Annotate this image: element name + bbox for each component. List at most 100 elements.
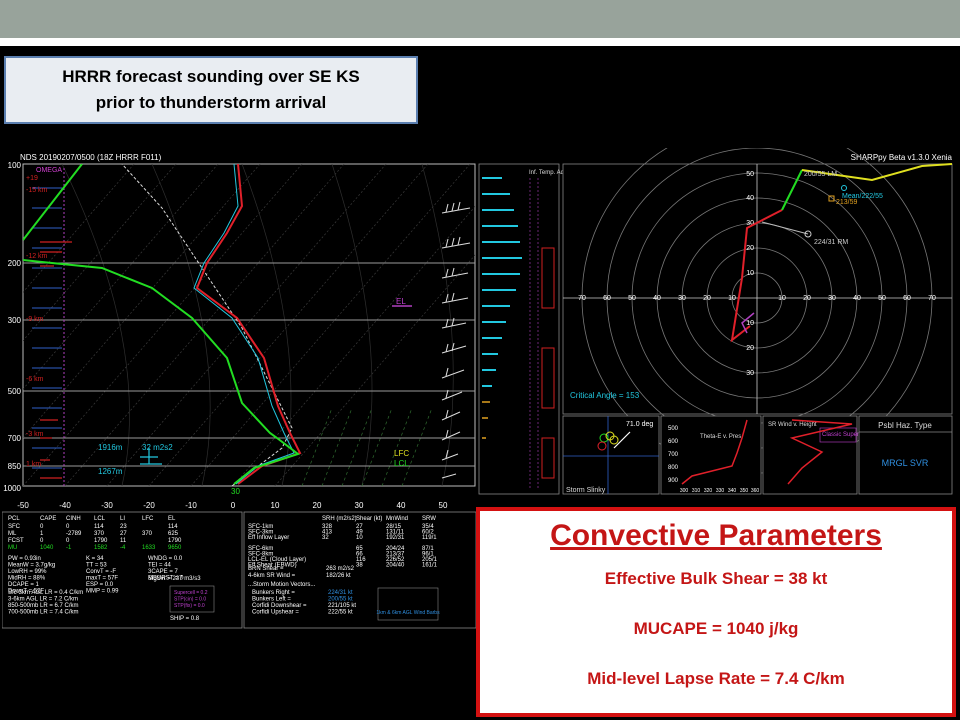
hodo-ring-label: 50 — [878, 295, 886, 302]
theta-p-tick: 500 — [668, 426, 679, 432]
theta-x-tick: 360 — [751, 488, 760, 494]
temp-label: 30 — [355, 501, 364, 510]
height-annotation: -9 km — [26, 316, 44, 323]
height-annotation: -6 km — [26, 376, 44, 383]
parcel-cell: 9650 — [168, 545, 182, 551]
parcel-cell: 625 — [168, 531, 179, 537]
misc-right-value: WNDG = 0.0 — [148, 556, 183, 562]
pressure-label: 1000 — [3, 484, 21, 493]
parcel-cell: 23 — [120, 524, 127, 530]
parcel-header-cell: CINH — [66, 516, 81, 522]
parcel-cell: FCST — [8, 538, 24, 544]
sr-wind-label: 4-6km SR Wind = — [248, 573, 296, 579]
theta-p-tick: 800 — [668, 465, 679, 471]
parcel-header-cell: PCL — [8, 516, 20, 522]
hodo-ring-label: 20 — [803, 295, 811, 302]
slinky-angle: 71.0 deg — [626, 421, 653, 428]
convective-parameters-box: Convective Parameters Effective Bulk She… — [476, 507, 956, 717]
parcel-cell: 1790 — [168, 538, 182, 544]
theta-x-tick: 330 — [716, 488, 725, 494]
parcel-cell: 1040 — [40, 545, 54, 551]
theta-x-tick: 340 — [728, 488, 737, 494]
convective-title: Convective Parameters — [550, 519, 882, 552]
storm-motion-value: 222/55 kt — [328, 610, 353, 616]
mid-level-lapse-rate: Mid-level Lapse Rate = 7.4 C/km — [587, 669, 845, 688]
parcel-cell: -4 — [120, 545, 126, 551]
slide-title-line-1: HRRR forecast sounding over SE KS — [62, 67, 360, 86]
ship-value: SHIP = 0.8 — [170, 616, 200, 622]
skew-t-panel: 100 200 300 500 700 850 1000 -50 -40 -30… — [3, 161, 476, 510]
misc-left-value: LowRH = 99% — [8, 569, 47, 575]
storm-slinky-panel: 71.0 deg Storm Slinky — [562, 415, 660, 495]
supercell-value: Supercell = 0.2 — [174, 590, 208, 596]
kin-cell: 119/1 — [422, 535, 437, 541]
omega-label: OMEGA — [36, 167, 62, 174]
misc-left-value: MeanW = 3.7g/kg — [8, 563, 55, 569]
kin-header-cell: Shear (kt) — [356, 516, 382, 522]
height-1916m: 1916m — [98, 443, 123, 452]
parcel-cell: 27 — [120, 531, 127, 537]
theta-e-panel: Theta-E v. Pres 500 600 700 800 900 300 … — [660, 415, 762, 495]
sr-wind-title: SR Wind v. Height — [768, 422, 817, 428]
parcel-cell: ML — [8, 531, 17, 537]
hodo-ring-label: 70 — [578, 295, 586, 302]
height-annotation: -15 km — [26, 187, 48, 194]
temp-label: -50 — [17, 501, 29, 510]
misc-mid-value: maxT = 57F — [86, 576, 118, 582]
pressure-label: 300 — [8, 316, 22, 325]
hodo-ring-label: 50 — [628, 295, 636, 302]
brn-shear-value: 263 m2/s2 — [326, 566, 355, 572]
temp-label: 40 — [397, 501, 406, 510]
lfc-label: LFC — [394, 449, 409, 458]
kin-cell: 10 — [356, 535, 363, 541]
parcel-header-cell: LFC — [142, 516, 154, 522]
parcel-header-cell: LCL — [94, 516, 106, 522]
supercell-value: STP(fix) = 0.0 — [174, 603, 205, 609]
parcel-cell: 1582 — [94, 545, 108, 551]
theta-p-tick: 900 — [668, 478, 679, 484]
el-label: EL — [396, 297, 406, 306]
lapse-rate-value: Sfc-3km AGL LR = 0.4 C/km — [8, 590, 83, 596]
hodo-rm-label: 224/31 RM — [814, 239, 848, 246]
height-annotation: +19 — [26, 175, 38, 182]
lcl-label: LCL — [394, 459, 409, 468]
effective-bulk-shear: Effective Bulk Shear = 38 kt — [604, 569, 828, 588]
parcel-cell: 1633 — [142, 545, 156, 551]
hazard-value: MRGL SVR — [882, 458, 929, 468]
storm-motion-title: ...Storm Motion Vectors... — [248, 582, 316, 588]
theta-x-tick: 320 — [704, 488, 713, 494]
parcel-cell: 11 — [120, 538, 127, 544]
misc-left-value: DCAPE = 1 — [8, 582, 40, 588]
theta-p-tick: 600 — [668, 439, 679, 445]
misc-right-value: TEI = 44 — [148, 563, 172, 569]
slide-title-box: HRRR forecast sounding over SE KS prior … — [4, 56, 418, 124]
misc-left-value: PW = 0.93in — [8, 556, 41, 562]
sr-wind-panel: SR Wind v. Height Classic Supercell — [762, 415, 868, 495]
slide-top-divider — [0, 38, 960, 46]
kin-cell: 161/1 — [422, 563, 438, 569]
pressure-label: 100 — [8, 161, 22, 170]
sr-wind-value: 182/26 kt — [326, 573, 351, 579]
hodo-y-label: 30 — [746, 370, 754, 377]
hodo-y-label: 40 — [746, 195, 754, 202]
slinky-label: Storm Slinky — [566, 487, 606, 494]
theta-x-tick: 350 — [740, 488, 749, 494]
kin-cell: Eff Inflow Layer — [248, 535, 289, 541]
misc-left-value: MidRH = 88% — [8, 576, 46, 582]
parcel-cell: 370 — [94, 531, 105, 537]
hodo-ring-label: 60 — [603, 295, 611, 302]
temp-label: 20 — [313, 501, 322, 510]
height-annotation: -3 km — [26, 431, 44, 438]
storm-motion-label: Corfidi Downshear = — [252, 603, 307, 609]
sig-svr: SigSvr = 237 m3/s3 — [148, 576, 201, 582]
storm-motion-value: 200/55 kt — [328, 597, 353, 603]
hodo-lm-label: 200/55 LM — [804, 171, 837, 178]
hazard-type-panel: Psbl Haz. Type MRGL SVR — [858, 415, 953, 495]
lapse-rate-value: 700-500mb LR = 7.4 C/km — [8, 610, 79, 616]
height-1267m: 1267m — [98, 467, 123, 476]
mucape: MUCAPE = 1040 j/kg — [633, 619, 799, 638]
hodo-y-label: 10 — [746, 320, 754, 327]
temp-label: -20 — [143, 501, 155, 510]
hodo-y-label: 20 — [746, 245, 754, 252]
parcel-cell: 1790 — [94, 538, 108, 544]
